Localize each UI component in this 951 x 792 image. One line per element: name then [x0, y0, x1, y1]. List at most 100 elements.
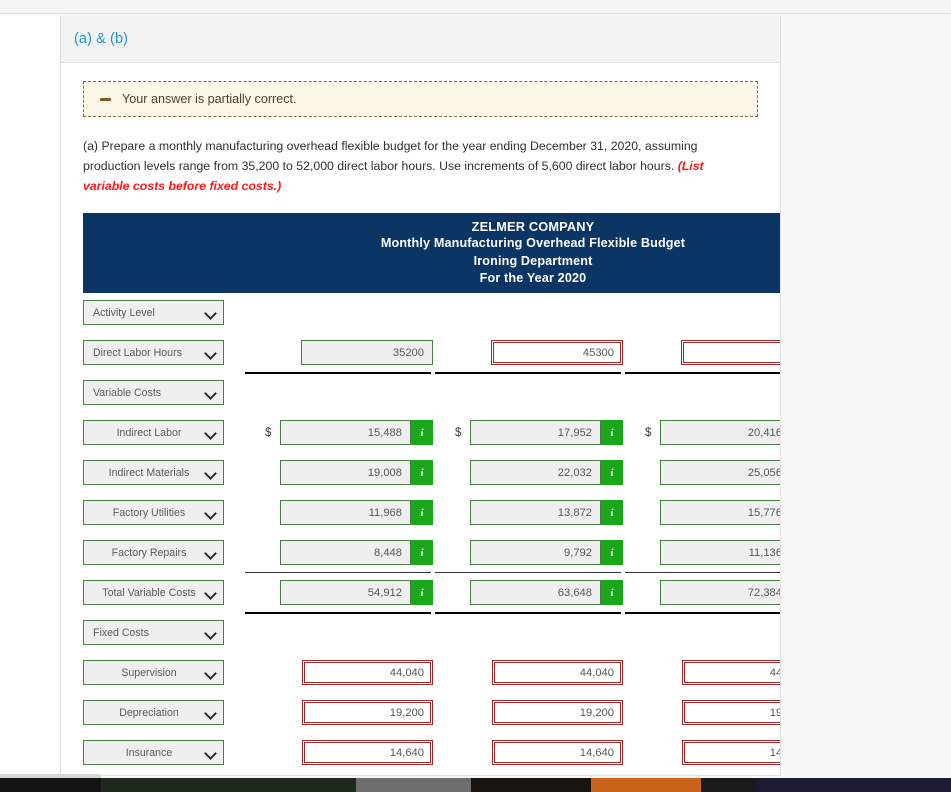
account-select-variable-costs[interactable]: Variable Costs: [83, 380, 224, 406]
amount-input[interactable]: 22,032: [470, 460, 601, 486]
chevron-down-icon: [205, 707, 216, 718]
table-row: Factory Utilities $11,968i $13,872i $15,776…: [83, 493, 780, 533]
amount-input[interactable]: 11,136: [660, 540, 780, 566]
table-header-company: ZELMER COMPANY: [471, 218, 595, 234]
row-label-cell: Fixed Costs: [83, 620, 243, 646]
amount-input[interactable]: 15,488: [280, 420, 411, 446]
amount-input[interactable]: 19,200: [302, 700, 433, 726]
amount-input[interactable]: 9,792: [470, 540, 601, 566]
info-icon[interactable]: i: [411, 500, 433, 526]
value-cell: $15,776i: [623, 500, 780, 526]
account-select-label: Variable Costs: [93, 386, 162, 399]
value-cell: $44,040: [243, 660, 433, 686]
amount-input[interactable]: 44,040: [492, 660, 623, 686]
row-label-cell: Indirect Labor: [83, 420, 243, 446]
amount-input[interactable]: 44,040: [682, 660, 780, 686]
amount-input[interactable]: 19,200: [492, 700, 623, 726]
taskbar-segment: [101, 778, 356, 792]
amount-input[interactable]: 72,384: [660, 580, 780, 606]
account-select-label: Fixed Costs: [93, 626, 149, 639]
left-gutter: [0, 15, 60, 792]
table-header-line2: Monthly Manufacturing Overhead Flexible …: [380, 236, 686, 251]
amount-input[interactable]: 8,448: [280, 540, 411, 566]
amount-input[interactable]: 19,200: [682, 700, 780, 726]
amount-input[interactable]: 35200: [301, 340, 433, 366]
account-select-activity-level[interactable]: Activity Level: [83, 300, 224, 326]
account-select-factory-utilities[interactable]: Factory Utilities: [83, 500, 224, 526]
amount-input[interactable]: 14,640: [682, 740, 780, 766]
value-cell: $14,640: [433, 740, 623, 766]
amount-input[interactable]: 17,952: [470, 420, 601, 446]
amount-input[interactable]: 11,968: [280, 500, 411, 526]
amount-input[interactable]: 45300: [491, 340, 623, 366]
info-icon[interactable]: i: [601, 420, 623, 446]
account-select-depreciation[interactable]: Depreciation: [83, 700, 224, 726]
value-cell: $54,912i: [243, 580, 433, 606]
taskbar-segment: [701, 778, 756, 792]
info-icon[interactable]: i: [601, 500, 623, 526]
account-select-fixed-costs[interactable]: Fixed Costs: [83, 620, 224, 646]
instructions-text: (a) Prepare a monthly manufacturing over…: [83, 139, 698, 173]
chevron-down-icon: [205, 467, 216, 478]
value-cell: $19,200: [623, 700, 780, 726]
account-select-factory-repairs[interactable]: Factory Repairs: [83, 540, 224, 566]
status-alert-text: Your answer is partially correct.: [122, 92, 297, 106]
amount-input[interactable]: 19,008: [280, 460, 411, 486]
amount-input[interactable]: 14,640: [492, 740, 623, 766]
info-icon[interactable]: i: [411, 420, 433, 446]
info-icon[interactable]: i: [411, 460, 433, 486]
input-group: $14,640: [667, 740, 780, 766]
chevron-down-icon: [205, 347, 216, 358]
input-group: $15,776i: [645, 500, 780, 526]
table-row: Indirect Labor$15,488i$17,952i$20,416i: [83, 413, 780, 453]
account-select-supervision[interactable]: Supervision: [83, 660, 224, 686]
card-header-title[interactable]: (a) & (b): [74, 31, 128, 47]
row-label-cell: Total Variable Costs: [83, 580, 243, 606]
info-icon[interactable]: i: [601, 540, 623, 566]
account-select-indirect-labor[interactable]: Indirect Labor: [83, 420, 224, 446]
chevron-down-icon: [205, 427, 216, 438]
input-group: $44,040: [287, 660, 433, 686]
card-body: Your answer is partially correct. (a) Pr…: [61, 63, 780, 775]
info-icon[interactable]: i: [601, 460, 623, 486]
value-cell: $19,008i: [243, 460, 433, 486]
account-select-label: Activity Level: [93, 306, 155, 319]
taskbar-segment: [756, 778, 951, 792]
value-cell: $19,200: [433, 700, 623, 726]
table-row: Depreciation $19,200 $19,200 $19,200: [83, 693, 780, 733]
table-row: Variable Costs: [83, 373, 780, 413]
amount-input[interactable]: 54,912: [280, 580, 411, 606]
chevron-down-icon: [205, 587, 216, 598]
info-icon[interactable]: i: [411, 580, 433, 606]
amount-input[interactable]: 63,648: [470, 580, 601, 606]
value-cell: $25,056i: [623, 460, 780, 486]
amount-input[interactable]: 15,776: [660, 500, 780, 526]
amount-input[interactable]: 14,640: [302, 740, 433, 766]
row-label-cell: Supervision: [83, 660, 243, 686]
budget-table-header: ZELMER COMPANY Monthly Manufacturing Ove…: [83, 212, 780, 293]
question-card: (a) & (b) Your answer is partially corre…: [60, 16, 781, 776]
info-icon[interactable]: i: [601, 580, 623, 606]
input-group: $8,448i: [265, 540, 433, 566]
input-group: $72,384i: [645, 580, 780, 606]
taskbar-segment: [471, 778, 591, 792]
chevron-down-icon: [205, 387, 216, 398]
account-select-direct-labor-hours[interactable]: Direct Labor Hours: [83, 340, 224, 366]
row-label-cell: Indirect Materials: [83, 460, 243, 486]
amount-input[interactable]: 25,056: [660, 460, 780, 486]
account-select-insurance[interactable]: Insurance: [83, 740, 224, 766]
row-label-cell: Depreciation: [83, 700, 243, 726]
amount-input[interactable]: 20,416: [660, 420, 780, 446]
amount-input[interactable]: 13,872: [470, 500, 601, 526]
chevron-down-icon: [205, 547, 216, 558]
amount-input[interactable]: 44,040: [302, 660, 433, 686]
input-group: $63,648i: [455, 580, 623, 606]
account-select-indirect-materials[interactable]: Indirect Materials: [83, 460, 224, 486]
screen: (a) & (b) Your answer is partially corre…: [0, 0, 951, 792]
chevron-down-icon: [205, 747, 216, 758]
account-select-label: Factory Repairs: [111, 546, 187, 559]
amount-input[interactable]: [681, 340, 780, 366]
account-select-total-variable-costs[interactable]: Total Variable Costs: [83, 580, 224, 606]
info-icon[interactable]: i: [411, 540, 433, 566]
table-row: Activity Level: [83, 293, 780, 333]
